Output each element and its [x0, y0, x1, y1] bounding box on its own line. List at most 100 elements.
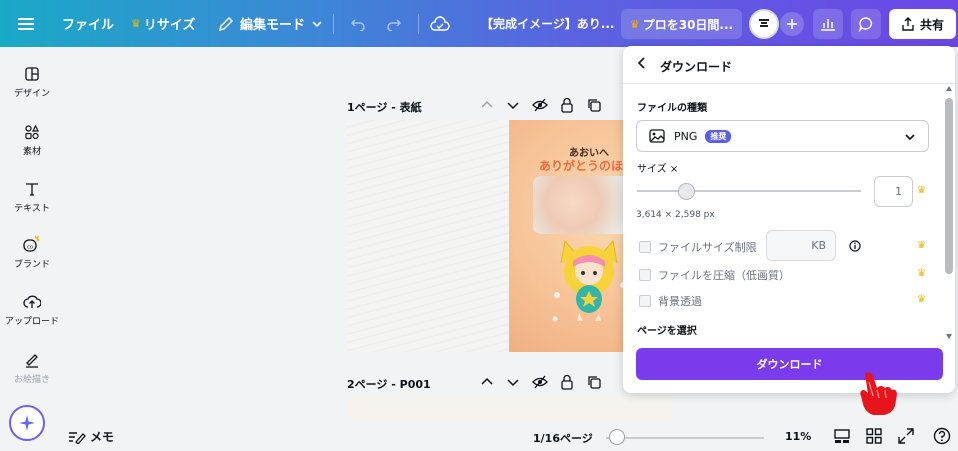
- bottom-bar: [64, 421, 958, 451]
- image-icon: [649, 129, 665, 143]
- text-icon: [26, 183, 38, 196]
- help-icon[interactable]: [933, 427, 951, 445]
- duplicate-icon[interactable]: [586, 97, 602, 113]
- sidebar-item-upload[interactable]: アップロード: [0, 294, 64, 346]
- sidebar-item-brand[interactable]: co ブランド: [0, 235, 64, 287]
- page1-label: 1ページ - 表紙: [347, 101, 422, 114]
- option-label: 背景透過: [658, 295, 702, 308]
- option-label: ファイルサイズ制限: [658, 241, 757, 254]
- sidebar-item-draw[interactable]: お絵描き: [0, 352, 64, 404]
- option-file-size-limit[interactable]: ファイルサイズ制限: [639, 239, 757, 255]
- lock-icon[interactable]: [560, 374, 574, 390]
- share-label: 共有: [919, 17, 944, 32]
- add-member-button[interactable]: [780, 12, 804, 36]
- crown-icon: ♛: [131, 17, 141, 30]
- hide-eye-icon[interactable]: [532, 375, 548, 389]
- edit-mode-label: 編集モード: [240, 18, 306, 33]
- brand-icon: co: [23, 235, 41, 252]
- page-view-icon[interactable]: [833, 427, 851, 445]
- share-button[interactable]: 共有: [889, 9, 956, 39]
- recommended-badge: 推奨: [705, 129, 732, 143]
- size-slider-thumb[interactable]: [678, 183, 696, 200]
- plus-icon: [787, 19, 797, 29]
- comment-icon: [858, 17, 873, 32]
- size-label: サイズ ×: [637, 164, 679, 175]
- sidebar-item-elements[interactable]: 素材: [0, 124, 64, 176]
- pro-trial-button[interactable]: ♛ プロを30日間...: [621, 9, 742, 39]
- page2-tools: [480, 374, 602, 390]
- option-compress[interactable]: ファイルを圧縮（低画質）: [639, 267, 790, 283]
- sidebar-item-label: ブランド: [13, 260, 50, 270]
- avatar[interactable]: [749, 9, 779, 39]
- edit-mode-dropdown[interactable]: 編集モード: [218, 0, 323, 47]
- size-slider[interactable]: [637, 190, 861, 192]
- file-type-label: ファイルの種類: [637, 103, 707, 114]
- comment-button[interactable]: [851, 9, 881, 39]
- file-type-select[interactable]: PNG 推奨: [636, 120, 929, 152]
- sidebar-item-label: 素材: [22, 147, 41, 157]
- divider: [418, 14, 419, 34]
- page2-canvas[interactable]: [347, 397, 671, 421]
- share-upload-icon: [902, 17, 914, 31]
- page1-tools: [480, 97, 602, 113]
- chevron-up-icon[interactable]: [480, 375, 494, 389]
- crown-icon: ♛: [917, 185, 926, 196]
- crown-icon: ♛: [629, 17, 640, 31]
- top-toolbar: ファイル ♛ リサイズ 編集モード 【完成イメージ】あり... ♛ プロを30日間.…: [0, 0, 958, 47]
- sidebar-item-label: テキスト: [14, 204, 50, 214]
- document-title[interactable]: 【完成イメージ】あり...: [481, 0, 614, 47]
- magic-assistant-button[interactable]: [9, 405, 45, 441]
- layout-icon: [25, 67, 39, 81]
- sidebar-item-text[interactable]: テキスト: [0, 181, 64, 233]
- grid-view-icon[interactable]: [865, 427, 883, 445]
- chevron-up-icon[interactable]: [480, 98, 494, 112]
- kb-input[interactable]: KB: [766, 230, 836, 261]
- pencil-icon: [218, 16, 234, 31]
- zoom-slider[interactable]: [606, 437, 764, 439]
- option-label: ファイルを圧縮（低画質）: [658, 269, 790, 282]
- sidebar-item-label: アップロード: [4, 317, 59, 327]
- chevron-down-icon[interactable]: [506, 98, 520, 112]
- checkbox[interactable]: [639, 269, 651, 281]
- file-type-value: PNG: [674, 129, 698, 143]
- insights-button[interactable]: [813, 9, 843, 39]
- chevron-down-icon[interactable]: [506, 375, 520, 389]
- back-chevron-icon[interactable]: [637, 57, 647, 73]
- cloud-saved-icon[interactable]: [426, 10, 454, 38]
- file-menu[interactable]: ファイル: [62, 0, 114, 47]
- zoom-slider-thumb[interactable]: [609, 429, 625, 445]
- size-input[interactable]: 1: [874, 176, 913, 207]
- divider: [333, 14, 334, 34]
- cat-character-illustration: [552, 239, 626, 322]
- left-sidebar: デザイン 素材 テキスト co ブランド アップロード お絵描き: [0, 47, 64, 451]
- resize-button[interactable]: ♛ リサイズ: [131, 0, 196, 47]
- page2-label: 2ページ - P001: [347, 378, 431, 391]
- notes-label: メモ: [90, 430, 115, 444]
- download-panel-header: ダウンロード: [623, 46, 955, 84]
- bar-chart-icon: [821, 19, 835, 31]
- lock-icon[interactable]: [560, 97, 574, 113]
- page-select-label: ページを選択: [637, 326, 697, 337]
- crown-icon: ♛: [917, 268, 926, 279]
- undo-icon[interactable]: [344, 10, 372, 38]
- zoom-percentage[interactable]: 11%: [785, 430, 811, 443]
- page-indicator[interactable]: 1/16ページ: [533, 430, 593, 446]
- redo-icon[interactable]: [380, 10, 408, 38]
- svg-text:co: co: [27, 245, 33, 251]
- sidebar-item-design[interactable]: デザイン: [0, 66, 64, 118]
- notes-button[interactable]: メモ: [68, 428, 114, 445]
- crown-icon: ♛: [917, 294, 926, 305]
- duplicate-icon[interactable]: [586, 374, 602, 390]
- option-transparent-bg[interactable]: 背景透過: [639, 293, 702, 309]
- panel-scrollbar-thumb[interactable]: [945, 98, 953, 274]
- checkbox[interactable]: [639, 241, 651, 253]
- fullscreen-icon[interactable]: [897, 427, 915, 445]
- sidebar-item-label: お絵描き: [13, 375, 50, 385]
- hide-eye-icon[interactable]: [532, 98, 548, 112]
- elements-icon: [25, 124, 39, 140]
- checkbox[interactable]: [639, 295, 651, 307]
- menu-icon[interactable]: [12, 10, 40, 38]
- chevron-down-icon: [312, 20, 322, 27]
- info-icon[interactable]: [849, 240, 861, 252]
- dimensions-text: 3,614 × 2,598 px: [636, 210, 715, 220]
